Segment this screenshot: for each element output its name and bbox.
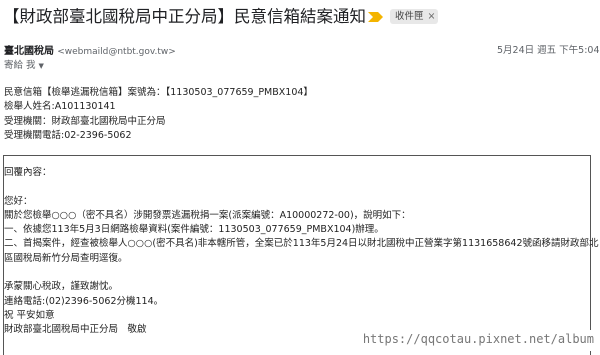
- reply-line: 一、依據您113年5月3日網路檢舉資料(案件編號：1130503_077659_…: [4, 224, 384, 236]
- watermark-text: https://qqcotau.pixnet.net/album: [362, 332, 594, 346]
- reply-content: 回覆內容： 您好： 關於您檢舉○○○（密不具名）涉開發票逃漏稅捐一案(派案編號：…: [4, 166, 599, 338]
- email-date: 5月24日 週五 下午5:04: [497, 45, 600, 56]
- remove-label-icon[interactable]: ×: [428, 11, 436, 22]
- agency-phone-line: 受理機關電話:02-2396-5062: [4, 129, 132, 141]
- reply-line: 連絡電話:(02)2396-5062分機114。: [4, 295, 164, 307]
- reply-line: 區國稅局新竹分局查明逕復。: [4, 252, 128, 264]
- inbox-label-text: 收件匣: [395, 11, 424, 22]
- sender-email: <webmaild@ntbt.gov.tw>: [57, 47, 176, 57]
- inbox-label-chip[interactable]: 收件匣 ×: [390, 9, 439, 24]
- agency-line: 受理機關：財政部臺北國稅局中正分局: [4, 115, 166, 127]
- reply-line: 二、首揭案件，經查被檢舉人○○○(密不具名)非本轄所管，全案已於113年5月24…: [4, 238, 599, 250]
- recipient-text: 寄給 我: [4, 60, 36, 71]
- reply-line: 承蒙關心稅政，謹致謝忱。: [4, 281, 119, 293]
- chevron-down-icon[interactable]: ▼: [39, 62, 44, 70]
- importance-marker-icon[interactable]: [368, 12, 383, 22]
- sender-row: 臺北國稅局 <webmaild@ntbt.gov.tw>: [4, 42, 176, 57]
- reply-line: 回覆內容：: [4, 167, 52, 178]
- reporter-id-line: 檢舉人姓名:A101130141: [4, 101, 116, 113]
- reply-line: [4, 180, 599, 194]
- case-header: 民意信箱【檢舉逃漏稅信箱】案號為：【1130503_077659_PMBX104…: [4, 86, 313, 143]
- subject-bar: 【財政部臺北國稅局中正分局】民意信箱結案通知 收件匣 ×: [0, 0, 600, 34]
- reply-line: 您好：: [4, 195, 33, 207]
- watermark: https://qqcotau.pixnet.net/album: [325, 330, 600, 351]
- sender-name[interactable]: 臺北國稅局: [4, 46, 54, 57]
- reply-line: 關於您檢舉○○○（密不具名）涉開發票逃漏稅捐一案(派案編號：A10000272-…: [4, 209, 411, 221]
- reply-line: 祝 平安如意: [4, 309, 55, 321]
- email-subject: 【財政部臺北國稅局中正分局】民意信箱結案通知: [3, 7, 366, 26]
- reply-line: [4, 266, 599, 280]
- case-number-line: 民意信箱【檢舉逃漏稅信箱】案號為：【1130503_077659_PMBX104…: [4, 87, 313, 98]
- recipient-row[interactable]: 寄給 我 ▼: [4, 57, 44, 71]
